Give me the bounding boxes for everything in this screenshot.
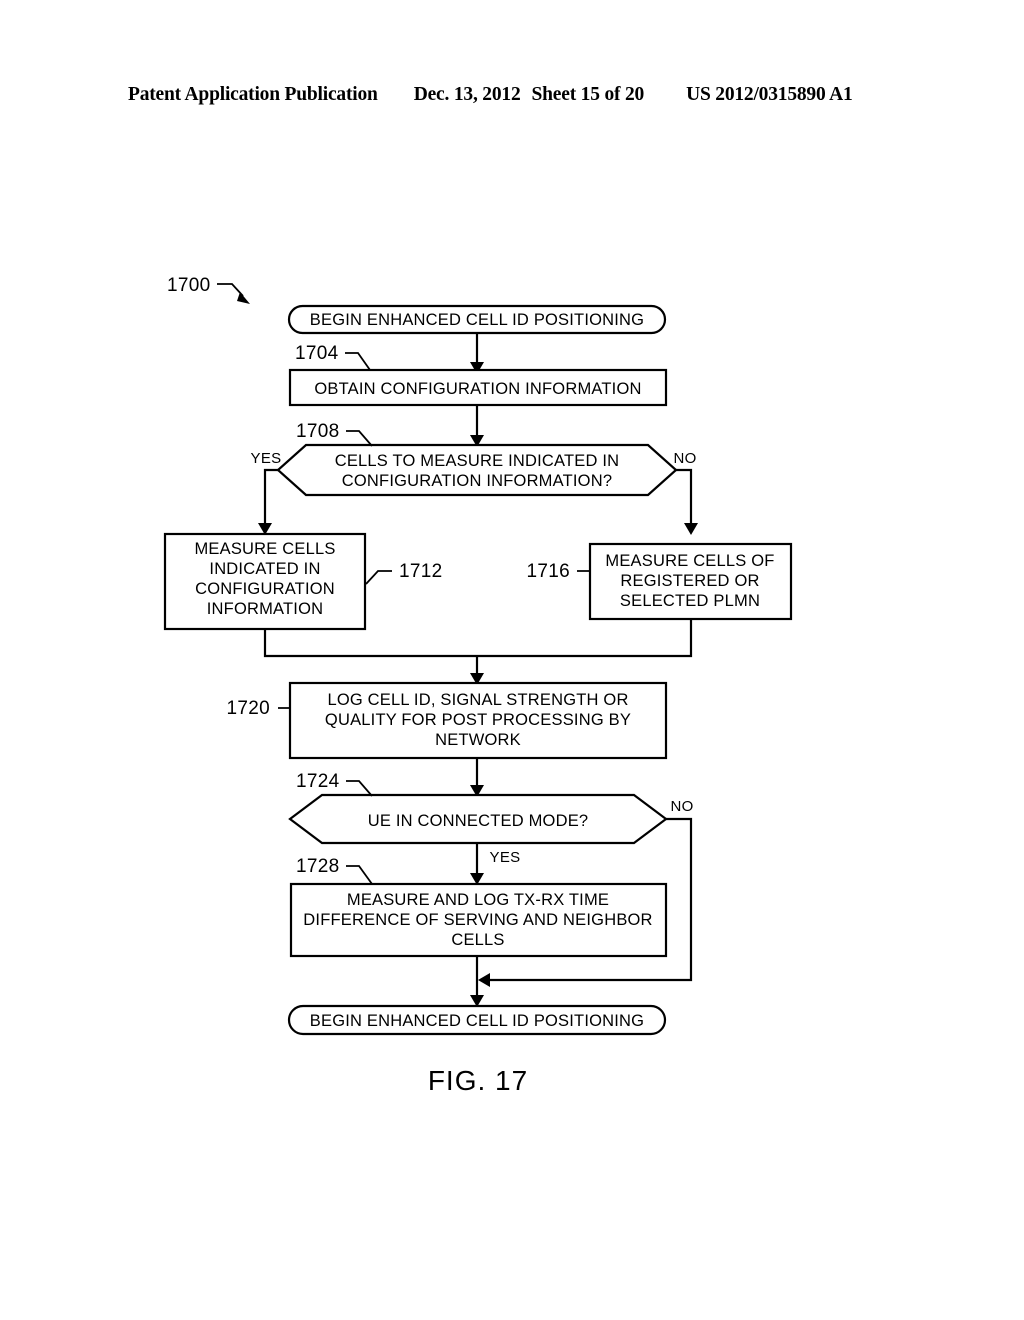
decision-1708-line1: CELLS TO MEASURE INDICATED IN (335, 452, 620, 470)
terminator-start-label: BEGIN ENHANCED CELL ID POSITIONING (310, 311, 644, 329)
ref-label-1708: 1708 (296, 421, 339, 442)
process-1712-line1: MEASURE CELLS (194, 540, 335, 558)
ref-leader-1708: 1708 (296, 421, 373, 447)
process-1728-line1: MEASURE AND LOG TX-RX TIME (347, 891, 609, 909)
branch-label-1724-yes: YES (490, 849, 521, 866)
process-1712-line2: INDICATED IN (209, 560, 320, 578)
node-process-1704: OBTAIN CONFIGURATION INFORMATION (288, 368, 668, 407)
ref-leader-1704: 1704 (295, 343, 371, 371)
connector-1720-to-1724 (470, 758, 484, 797)
branch-1724-yes: YES (470, 843, 520, 885)
ref-label-1724: 1724 (296, 771, 340, 792)
process-1712-line3: CONFIGURATION (195, 580, 335, 598)
process-1716-line2: REGISTERED OR (620, 572, 759, 590)
branch-1708-no: NO (673, 450, 698, 535)
node-terminator-start: BEGIN ENHANCED CELL ID POSITIONING (287, 304, 667, 335)
ref-leader-1720: 1720 (227, 698, 291, 722)
connector-1704-to-1708 (470, 405, 484, 447)
terminator-end-label: BEGIN ENHANCED CELL ID POSITIONING (310, 1012, 644, 1030)
process-1712-line4: INFORMATION (207, 600, 323, 618)
branch-1708-yes: YES (251, 450, 282, 535)
node-process-1712: MEASURE CELLS INDICATED IN CONFIGURATION… (163, 532, 367, 631)
patent-page: Patent Application Publication Dec. 13, … (0, 0, 1024, 1320)
ref-leader-1716: 1716 (527, 561, 591, 584)
branch-label-1724-no: NO (670, 798, 693, 815)
process-1728-line2: DIFFERENCE OF SERVING AND NEIGHBOR (303, 911, 652, 929)
process-1720-line3: NETWORK (435, 731, 521, 749)
ref-label-1728: 1728 (296, 856, 339, 877)
node-process-1716: MEASURE CELLS OF REGISTERED OR SELECTED … (588, 542, 793, 621)
node-process-1728: MEASURE AND LOG TX-RX TIME DIFFERENCE OF… (289, 882, 668, 958)
process-1728-line3: CELLS (451, 931, 504, 949)
node-decision-1724: UE IN CONNECTED MODE? (288, 793, 668, 845)
ref-leader-1712: 1712 (365, 561, 442, 585)
node-terminator-end: BEGIN ENHANCED CELL ID POSITIONING (287, 1004, 667, 1036)
process-1720-line2: QUALITY FOR POST PROCESSING BY (325, 711, 631, 729)
ref-label-1712: 1712 (399, 561, 442, 582)
process-1704-label: OBTAIN CONFIGURATION INFORMATION (314, 380, 641, 398)
ref-label-1720: 1720 (227, 698, 270, 719)
decision-1708-line2: CONFIGURATION INFORMATION? (342, 472, 612, 490)
ref-label-1704: 1704 (295, 343, 339, 364)
ref-leader-1724: 1724 (296, 771, 373, 797)
connector-start-to-1704 (470, 333, 484, 374)
figure-caption: FIG. 17 (428, 1065, 528, 1096)
branch-label-1708-yes: YES (251, 450, 282, 467)
ref-label-1716: 1716 (527, 561, 570, 582)
process-1720-line1: LOG CELL ID, SIGNAL STRENGTH OR (327, 691, 628, 709)
decision-1724-label: UE IN CONNECTED MODE? (368, 812, 589, 830)
node-decision-1708: CELLS TO MEASURE INDICATED IN CONFIGURAT… (276, 443, 678, 497)
process-1716-line3: SELECTED PLMN (620, 592, 760, 610)
diagram-ref-1700: 1700 (167, 275, 250, 304)
ref-leader-1728: 1728 (296, 856, 373, 885)
process-1716-line1: MEASURE CELLS OF (605, 552, 774, 570)
flowchart-diagram: 1700 BEGIN ENHANCED CELL ID POSITIONING … (0, 0, 1024, 1320)
ref-label-1700: 1700 (167, 275, 210, 296)
node-process-1720: LOG CELL ID, SIGNAL STRENGTH OR QUALITY … (288, 681, 668, 760)
branch-label-1708-no: NO (673, 450, 696, 467)
